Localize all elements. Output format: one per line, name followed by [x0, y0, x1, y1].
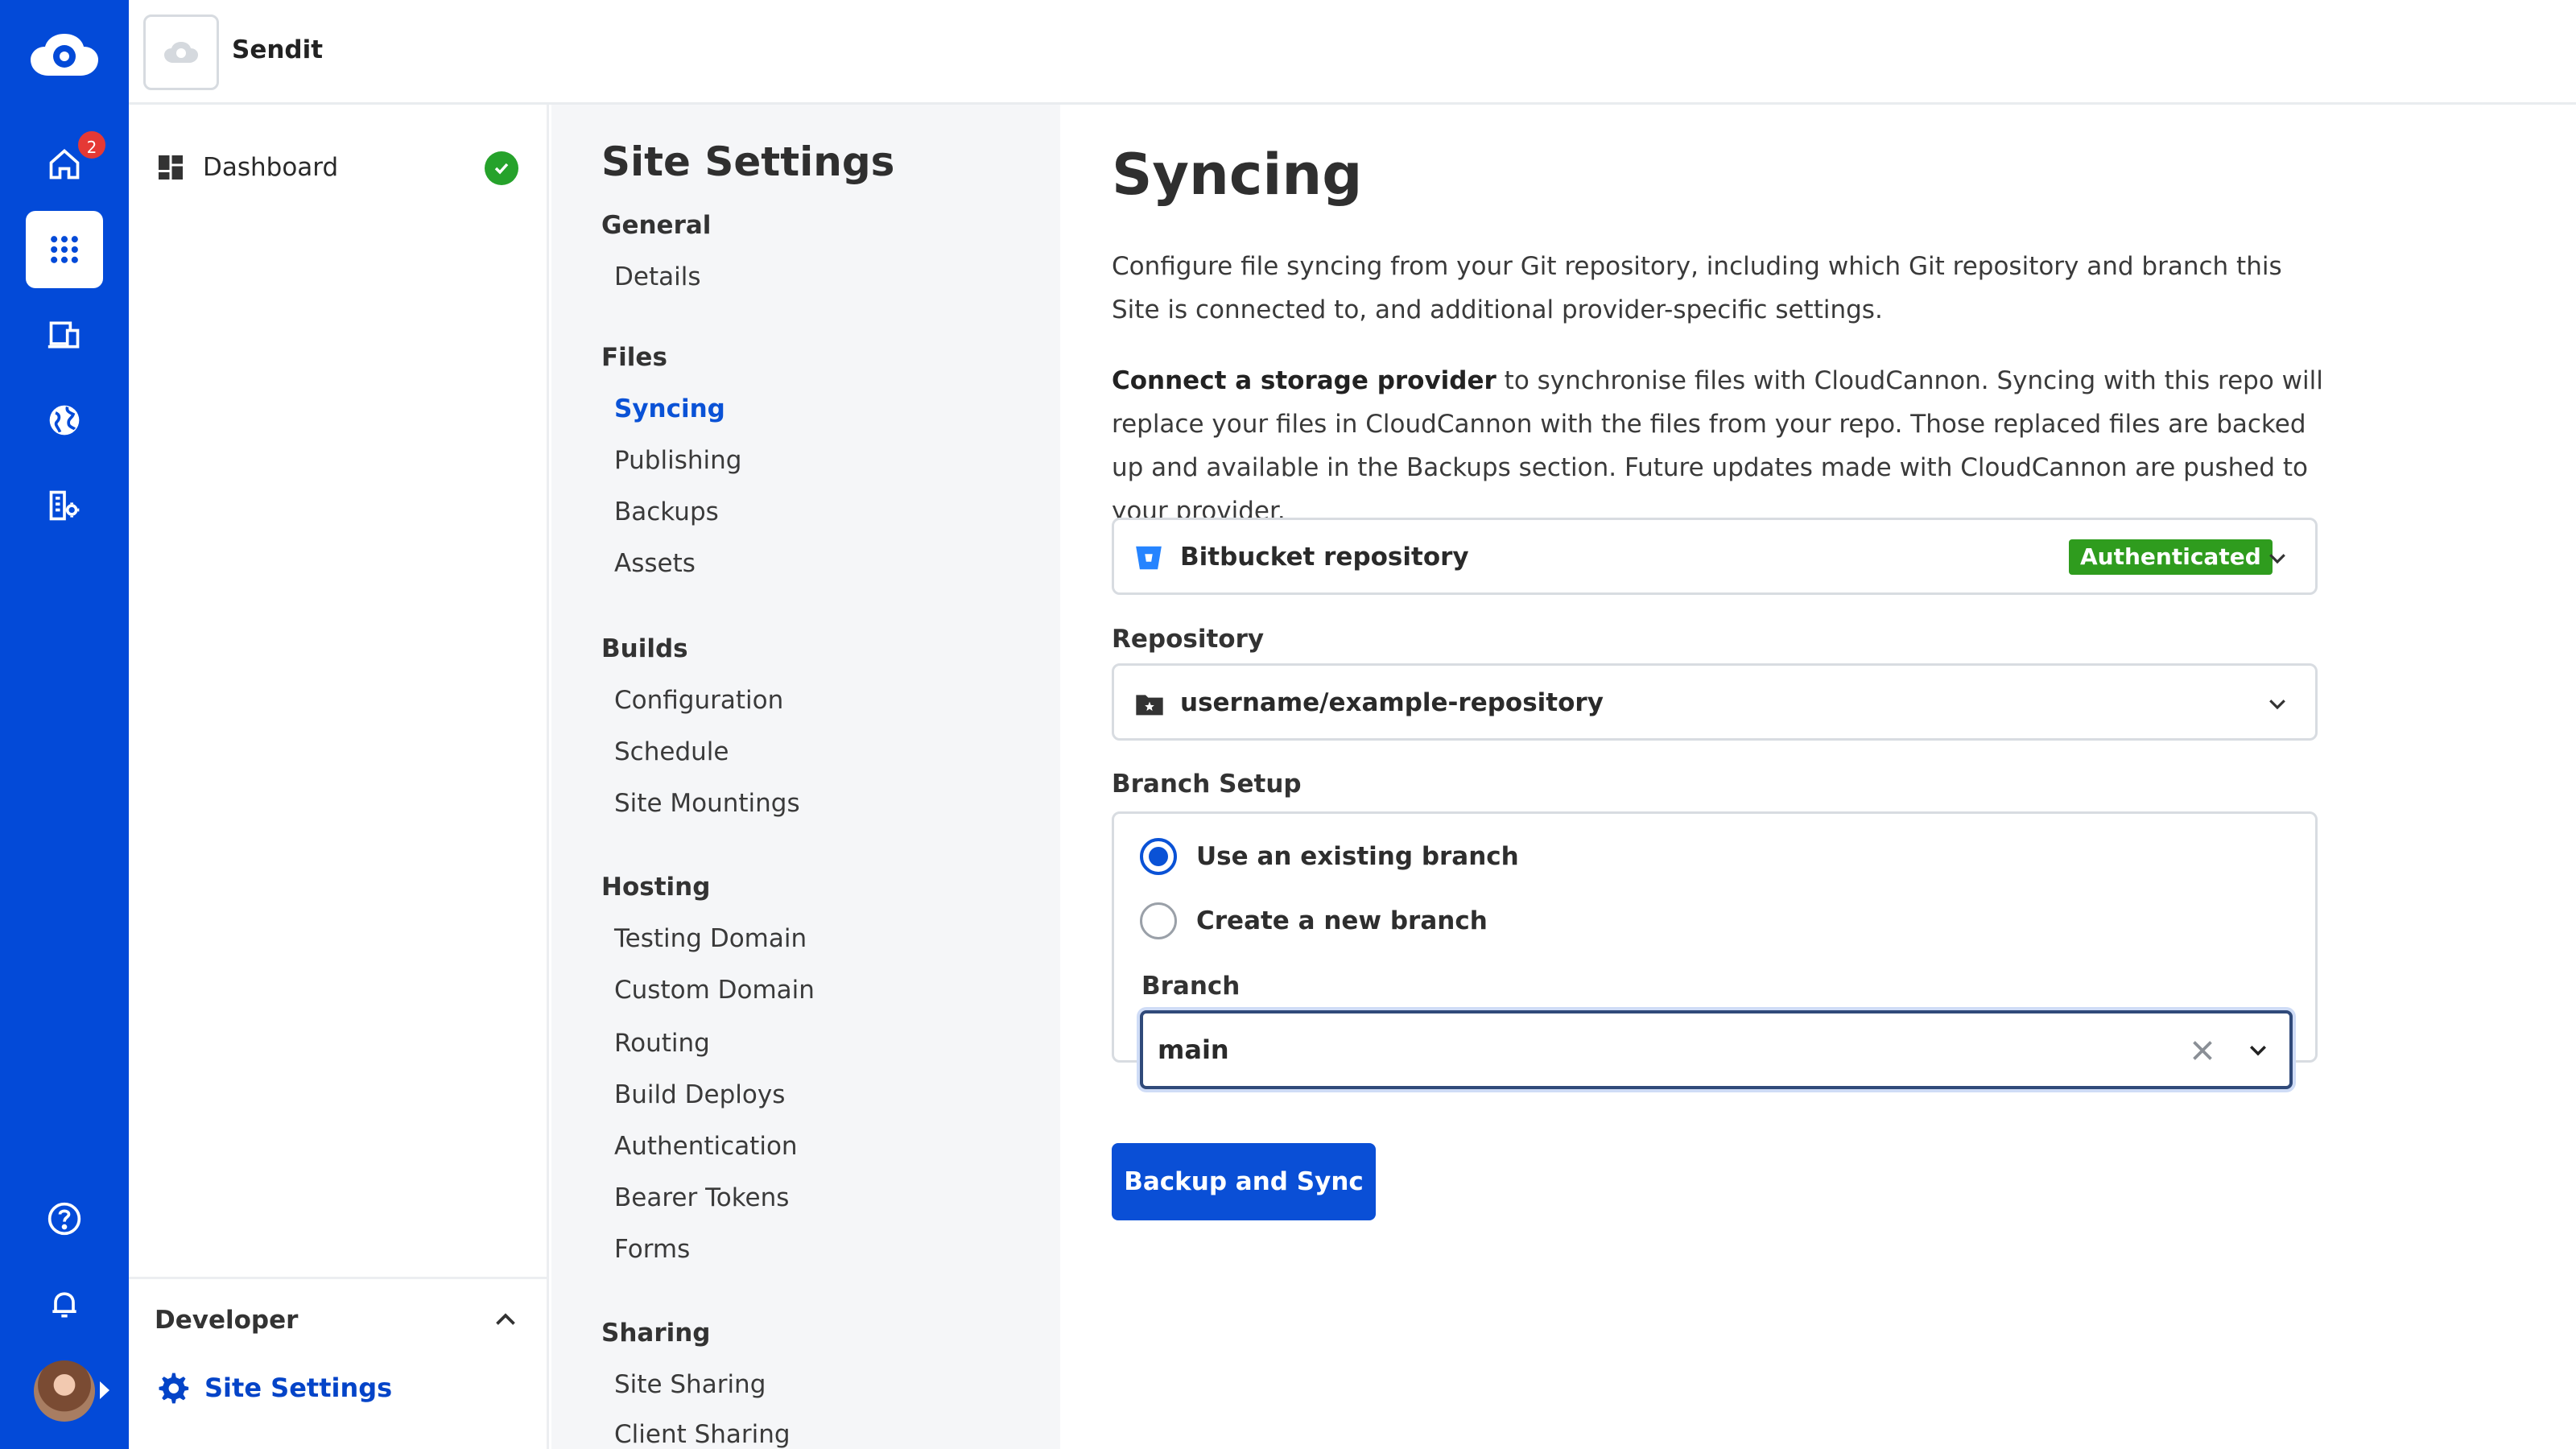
sidebar-item-site-settings[interactable]: Site Settings: [155, 1370, 392, 1406]
nav-item-backups[interactable]: Backups: [614, 497, 719, 526]
page-title: Syncing: [1112, 142, 1363, 208]
rail-devices-button[interactable]: [26, 296, 103, 374]
nav-item-syncing[interactable]: Syncing: [614, 394, 725, 423]
divider: [129, 1277, 549, 1279]
repository-select[interactable]: username/example-repository: [1112, 663, 2318, 741]
settings-nav-title: Site Settings: [601, 138, 895, 185]
bitbucket-icon: [1136, 546, 1162, 570]
rail-apps-button[interactable]: [26, 211, 103, 288]
nav-item-assets[interactable]: Assets: [614, 549, 696, 578]
rail-org-settings-button[interactable]: [26, 467, 103, 544]
developer-section-title[interactable]: Developer: [155, 1306, 298, 1335]
radio-button[interactable]: [1140, 902, 1177, 939]
gear-icon: [159, 1373, 189, 1404]
dashboard-icon: [159, 155, 183, 180]
branch-setup-box: Use an existing branch Create a new bran…: [1112, 811, 2318, 1089]
devices-icon: [47, 321, 80, 349]
user-avatar[interactable]: [34, 1360, 95, 1422]
nav-item-authentication[interactable]: Authentication: [614, 1132, 798, 1161]
nav-section-builds: Builds: [601, 634, 688, 663]
radio-label: Create a new branch: [1196, 906, 1488, 935]
backup-and-sync-button[interactable]: Backup and Sync: [1112, 1143, 1376, 1220]
help-icon: [47, 1202, 81, 1236]
sidebar-item-label: Dashboard: [203, 153, 339, 182]
branch-select[interactable]: main: [1140, 1010, 2293, 1089]
branch-value: main: [1158, 1034, 1229, 1065]
app-rail: 2: [0, 0, 129, 1449]
sidebar-item-label: Site Settings: [204, 1373, 393, 1403]
provider-label: Bitbucket repository: [1180, 543, 1469, 572]
apps-grid-icon: [51, 236, 78, 263]
top-bar: Sendit: [129, 0, 2576, 105]
nav-item-bearer-tokens[interactable]: Bearer Tokens: [614, 1183, 789, 1212]
status-badge: Authenticated: [2069, 539, 2273, 575]
bell-icon: [52, 1292, 76, 1318]
nav-item-configuration[interactable]: Configuration: [614, 686, 783, 715]
caret-right-icon[interactable]: [100, 1381, 109, 1399]
sidebar-item-dashboard[interactable]: Dashboard: [156, 143, 518, 192]
notification-count-badge: 2: [76, 129, 108, 161]
rail-help-button[interactable]: [26, 1180, 103, 1257]
chevron-down-icon[interactable]: [2265, 691, 2289, 716]
nav-section-hosting: Hosting: [601, 873, 711, 902]
cloudcannon-logo-icon[interactable]: [29, 29, 100, 80]
nav-item-publishing[interactable]: Publishing: [614, 446, 741, 475]
main-content: Syncing Configure file syncing from your…: [1060, 105, 2576, 1449]
nav-section-sharing: Sharing: [601, 1319, 711, 1348]
radio-use-existing-branch[interactable]: Use an existing branch: [1140, 838, 1519, 875]
connect-text-bold: Connect a storage provider: [1112, 366, 1496, 395]
nav-item-details[interactable]: Details: [614, 262, 700, 291]
site-name[interactable]: Sendit: [232, 35, 323, 64]
branch-setup-label: Branch Setup: [1112, 770, 1302, 799]
nav-item-routing[interactable]: Routing: [614, 1029, 710, 1058]
site-logo-icon: [164, 42, 198, 63]
check-circle-icon: [485, 151, 518, 185]
nav-item-schedule[interactable]: Schedule: [614, 737, 729, 766]
chevron-up-icon[interactable]: [491, 1306, 520, 1335]
branch-label: Branch: [1141, 972, 1241, 1001]
rail-globe-button[interactable]: [26, 382, 103, 459]
site-thumbnail[interactable]: [143, 14, 219, 90]
intro-text: Configure file syncing from your Git rep…: [1112, 252, 2282, 324]
repository-value: username/example-repository: [1180, 688, 1604, 717]
folder-star-icon: [1136, 695, 1163, 716]
chevron-down-icon[interactable]: [2246, 1038, 2270, 1062]
nav-section-general: General: [601, 211, 712, 240]
radio-label: Use an existing branch: [1196, 842, 1519, 871]
radio-create-new-branch[interactable]: Create a new branch: [1140, 902, 1488, 939]
settings-nav: Site Settings General Details Files Sync…: [551, 105, 1060, 1449]
close-icon[interactable]: [2188, 1036, 2217, 1065]
globe-icon: [49, 405, 80, 436]
nav-item-client-sharing[interactable]: Client Sharing: [614, 1420, 791, 1449]
nav-item-build-deploys[interactable]: Build Deploys: [614, 1080, 785, 1109]
provider-dropdown[interactable]: Bitbucket repository Authenticated: [1112, 518, 2318, 595]
chevron-down-icon[interactable]: [2265, 546, 2289, 570]
site-sidebar: Dashboard Developer Site Settings: [129, 105, 549, 1449]
rail-notifications-button[interactable]: [26, 1265, 103, 1343]
nav-item-site-mountings[interactable]: Site Mountings: [614, 789, 800, 818]
nav-item-forms[interactable]: Forms: [614, 1235, 690, 1264]
nav-item-testing-domain[interactable]: Testing Domain: [614, 924, 807, 953]
nav-item-site-sharing[interactable]: Site Sharing: [614, 1370, 766, 1399]
nav-item-custom-domain[interactable]: Custom Domain: [614, 976, 815, 1005]
nav-section-files: Files: [601, 343, 667, 372]
radio-button-checked[interactable]: [1140, 838, 1177, 875]
building-gear-icon: [49, 490, 80, 521]
connect-text: Connect a storage provider to synchronis…: [1112, 359, 2335, 533]
repository-label: Repository: [1112, 625, 1265, 654]
